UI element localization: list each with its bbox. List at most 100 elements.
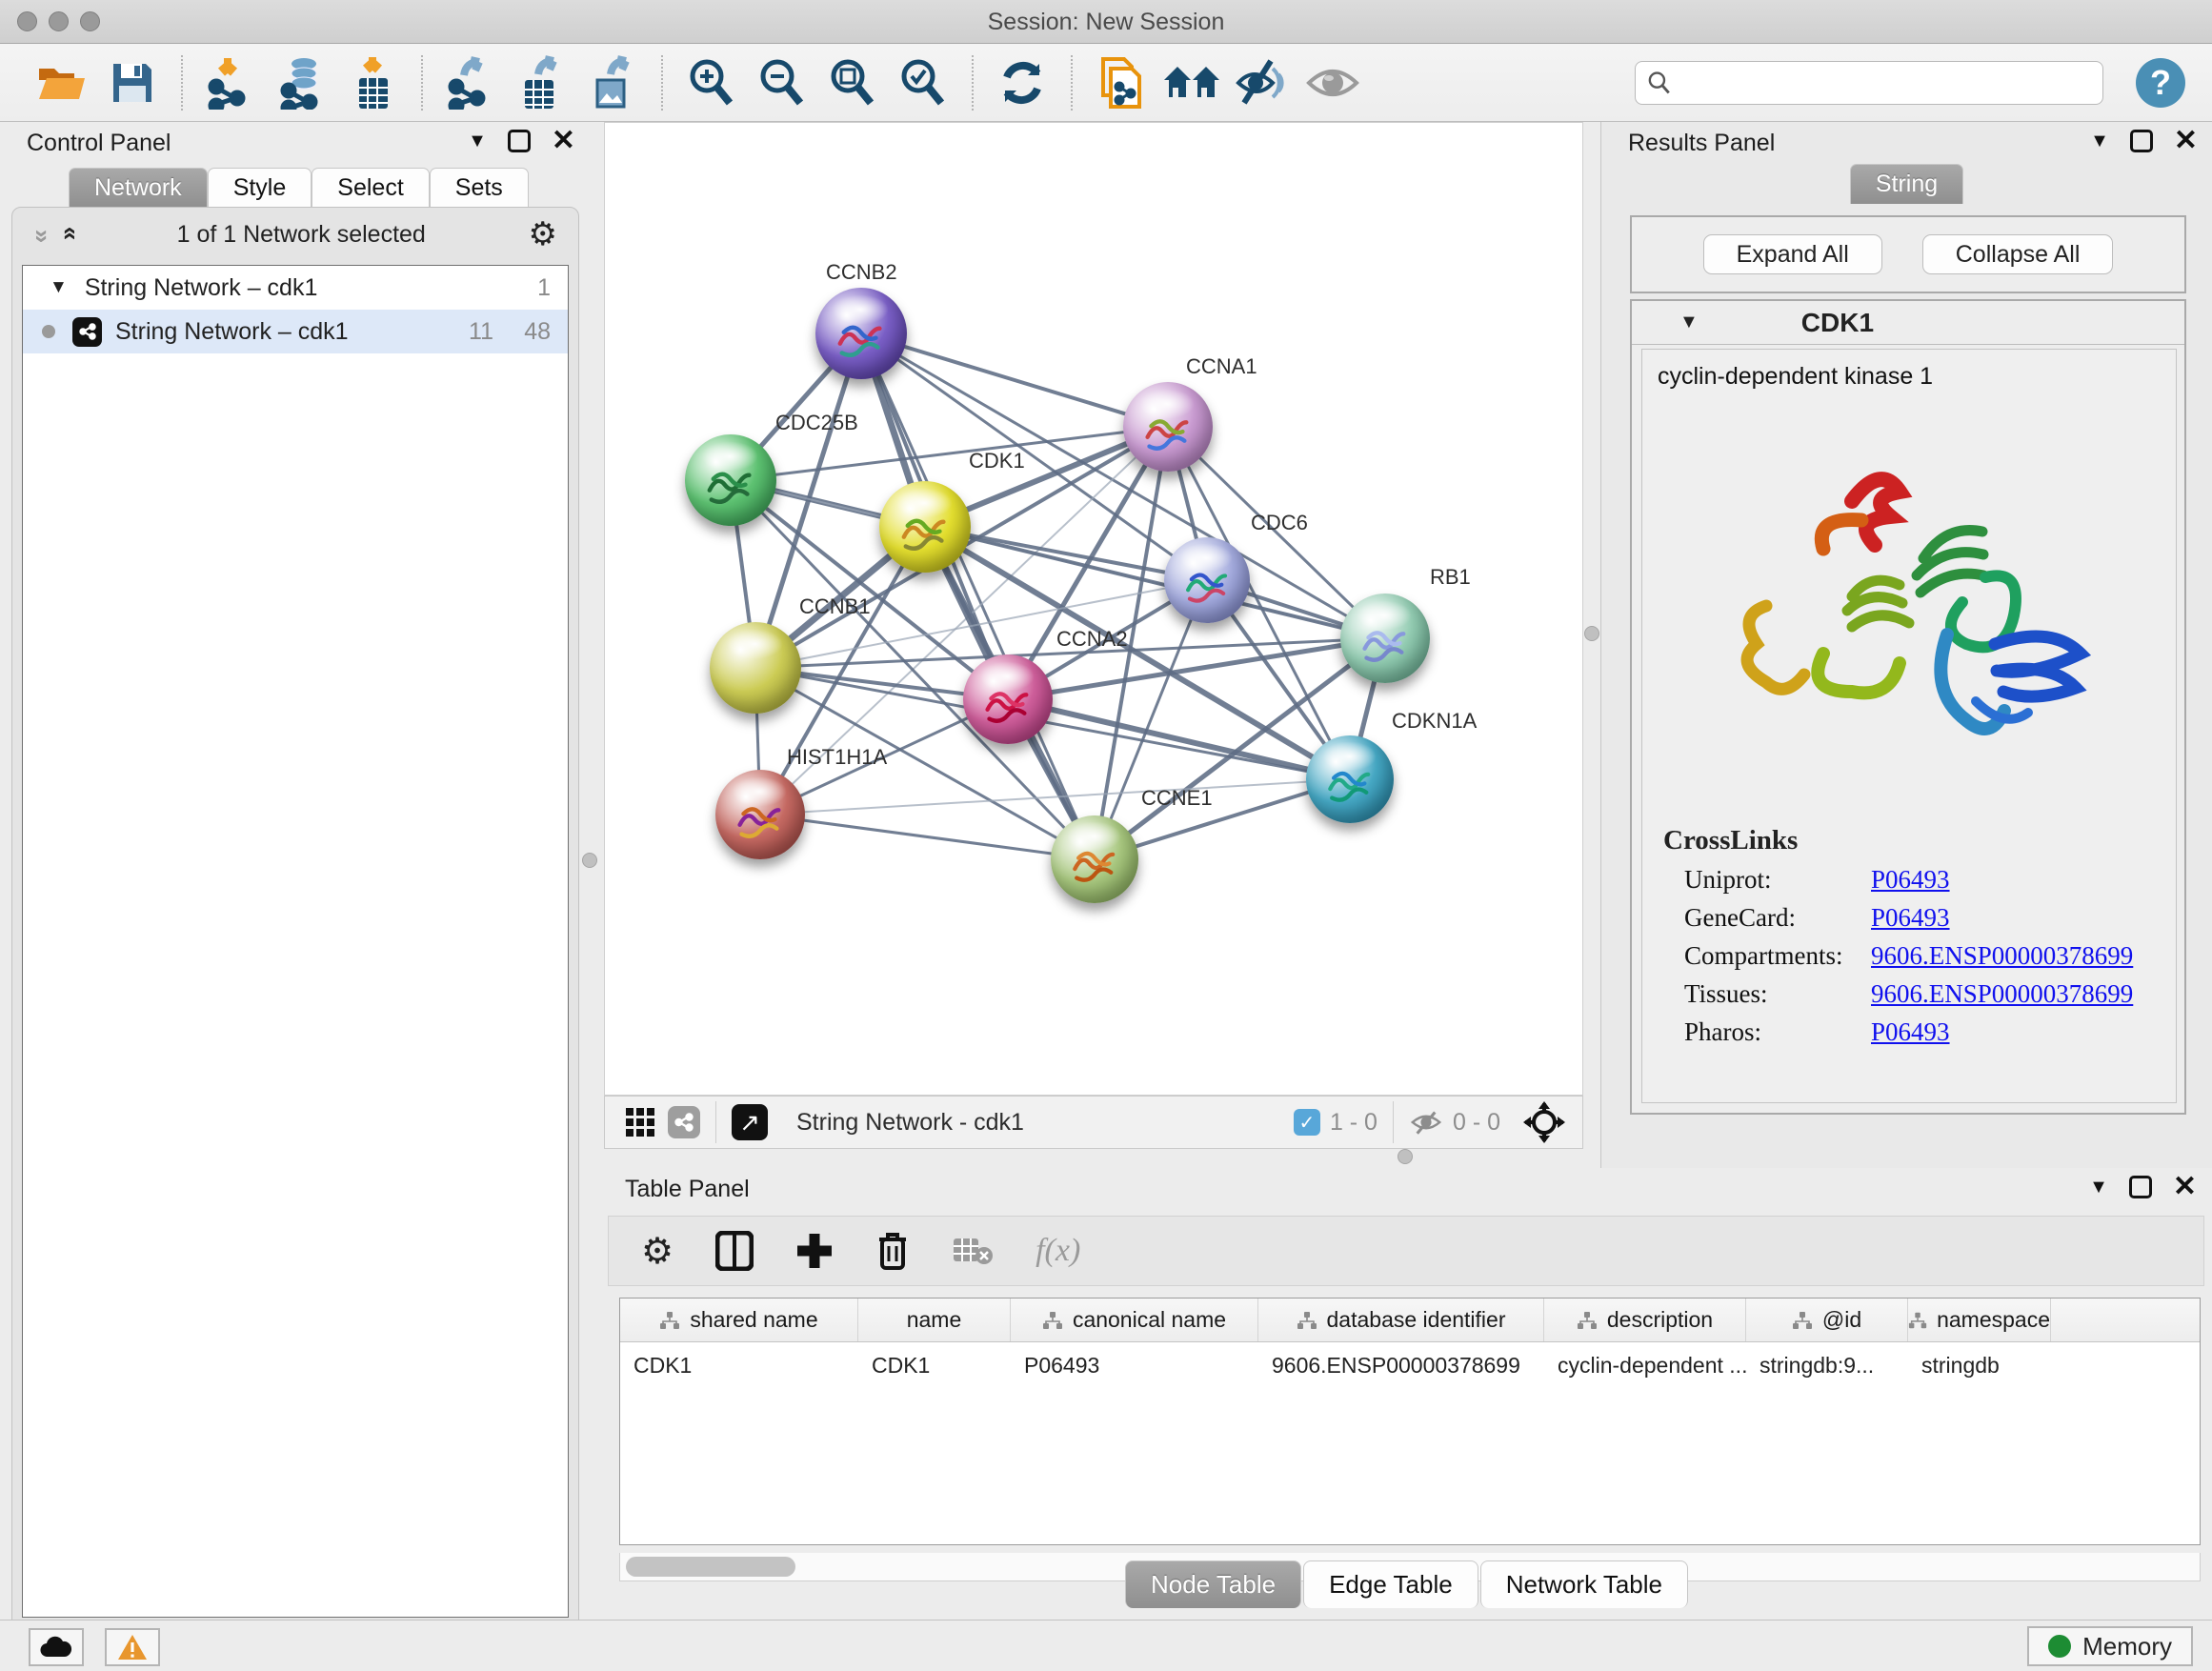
node-RB1[interactable] [1340,594,1430,683]
export-network-button[interactable] [442,53,501,112]
add-column-icon[interactable] [795,1232,834,1270]
help-button[interactable]: ? [2136,58,2185,108]
cell-database-identifier[interactable]: 9606.ENSP00000378699 [1258,1342,1544,1388]
import-table-button[interactable] [343,53,402,112]
column-header-database-identifier[interactable]: database identifier [1258,1299,1544,1341]
node-CCNA2[interactable] [963,654,1053,744]
cell-name[interactable]: CDK1 [858,1342,1011,1388]
right-splitter-handle[interactable] [1584,626,1599,641]
node-table[interactable]: shared namenamecanonical namedatabase id… [619,1298,2201,1545]
node-CCNB2[interactable] [815,288,907,379]
gene-collapse-icon[interactable]: ▼ [1679,312,1699,333]
expand-all-networks-icon[interactable]: » [54,229,84,239]
tab-network-table[interactable]: Network Table [1480,1560,1688,1608]
zoom-in-button[interactable] [682,53,741,112]
tab-node-table[interactable]: Node Table [1125,1560,1301,1608]
cell-description[interactable]: cyclin-dependent ... [1544,1342,1746,1388]
crosslink-link[interactable]: P06493 [1871,1017,1950,1047]
search-field[interactable] [1635,61,2103,105]
cell-canonical-name[interactable]: P06493 [1011,1342,1258,1388]
node-CDC6[interactable] [1164,537,1250,623]
column-header-@id[interactable]: @id [1746,1299,1908,1341]
cell-@id[interactable]: stringdb:9... [1746,1342,1908,1388]
zoom-in-icon [686,57,737,109]
expand-all-button[interactable]: Expand All [1703,234,1882,274]
bottom-splitter-handle[interactable] [1398,1149,1413,1164]
node-CDKN1A[interactable] [1306,735,1394,823]
node-CDC25B[interactable] [685,434,776,526]
table-panel-float-icon[interactable] [2129,1176,2152,1198]
results-panel-float-icon[interactable] [2130,130,2153,152]
column-header-shared-name[interactable]: shared name [620,1299,858,1341]
collection-expand-icon[interactable]: ▼ [50,277,68,298]
scrollbar-thumb[interactable] [626,1557,795,1577]
tab-edge-table[interactable]: Edge Table [1303,1560,1478,1608]
hide-glass-balls-button[interactable] [1233,53,1292,112]
control-panel-menu-icon[interactable]: ▼ [468,131,487,152]
results-panel-close-icon[interactable]: ✕ [2174,130,2198,152]
fit-selected-crosshair-icon[interactable] [1523,1101,1565,1143]
import-network-database-button[interactable] [272,53,332,112]
network-row[interactable]: String Network – cdk1 11 48 [23,310,568,353]
cloud-status-button[interactable] [29,1628,84,1666]
zoom-fit-button[interactable] [823,53,882,112]
crosslink-link[interactable]: P06493 [1871,903,1950,933]
tab-sets[interactable]: Sets [430,168,529,208]
open-session-button[interactable] [32,53,91,112]
export-image-button[interactable] [583,53,642,112]
crosslink-link[interactable]: P06493 [1871,865,1950,895]
save-session-button[interactable] [103,53,162,112]
gene-section-header[interactable]: ▼ CDK1 [1632,301,2184,345]
edge-CCNA2-CDKN1A[interactable] [1008,699,1350,779]
table-panel-close-icon[interactable]: ✕ [2173,1176,2197,1198]
selected-checkbox-icon[interactable]: ✓ [1294,1109,1320,1136]
search-input[interactable] [1671,70,2091,96]
import-network-file-button[interactable] [202,53,261,112]
tab-style[interactable]: Style [208,168,312,208]
column-header-namespace[interactable]: namespace [1908,1299,2051,1341]
node-CCNA1[interactable] [1123,382,1213,472]
zoom-out-button[interactable] [753,53,812,112]
edge-HIST1H1A-CCNE1[interactable] [760,815,1095,859]
control-panel-float-icon[interactable] [508,130,531,152]
string-home-button[interactable] [1162,53,1221,112]
zoom-selected-button[interactable] [894,53,953,112]
edge-CCNB2-CCNE1[interactable] [861,333,1095,859]
delete-column-icon[interactable] [875,1230,910,1272]
tab-select[interactable]: Select [312,168,429,208]
left-splitter-handle[interactable] [582,853,597,868]
refresh-button[interactable] [993,53,1052,112]
column-header-description[interactable]: description [1544,1299,1746,1341]
tab-string[interactable]: String [1850,164,1963,204]
string-import-button[interactable] [1092,53,1151,112]
column-header-name[interactable]: name [858,1299,1011,1341]
column-header-canonical-name[interactable]: canonical name [1011,1299,1258,1341]
edge-CCNB2-CCNA1[interactable] [861,333,1168,427]
export-table-button[interactable] [513,53,572,112]
results-panel-menu-icon[interactable]: ▼ [2090,131,2109,152]
crosslink-link[interactable]: 9606.ENSP00000378699 [1871,979,2133,1009]
table-settings-gear-icon[interactable]: ⚙ [641,1230,674,1273]
table-row[interactable]: CDK1CDK1P064939606.ENSP00000378699cyclin… [620,1342,2200,1388]
network-view-canvas[interactable]: CCNB2CCNA1CDC25BCDK1CDC6RB1CCNB1CCNA2CDK… [604,122,1583,1096]
warnings-button[interactable] [105,1628,160,1666]
node-HIST1H1A[interactable] [715,770,805,859]
crosslink-link[interactable]: 9606.ENSP00000378699 [1871,941,2133,971]
collapse-all-button[interactable]: Collapse All [1922,234,2114,274]
cell-shared-name[interactable]: CDK1 [620,1342,858,1388]
show-columns-icon[interactable] [715,1231,754,1271]
show-glass-balls-button[interactable] [1303,53,1362,112]
tab-network[interactable]: Network [69,168,208,208]
node-CCNE1[interactable] [1051,815,1138,903]
detach-view-icon[interactable]: ↗ [732,1104,768,1140]
node-CCNB1[interactable] [710,622,801,714]
memory-button[interactable]: Memory [2027,1626,2193,1666]
network-collection-row[interactable]: ▼ String Network – cdk1 1 [23,266,568,310]
cell-namespace[interactable]: stringdb [1908,1342,2051,1388]
table-panel-menu-icon[interactable]: ▼ [2089,1177,2108,1198]
network-view-share-icon[interactable] [668,1106,700,1138]
network-options-gear-icon[interactable]: ⚙ [529,215,557,253]
node-CDK1[interactable] [879,481,971,573]
grid-view-icon[interactable] [626,1108,654,1137]
control-panel-close-icon[interactable]: ✕ [552,130,575,152]
